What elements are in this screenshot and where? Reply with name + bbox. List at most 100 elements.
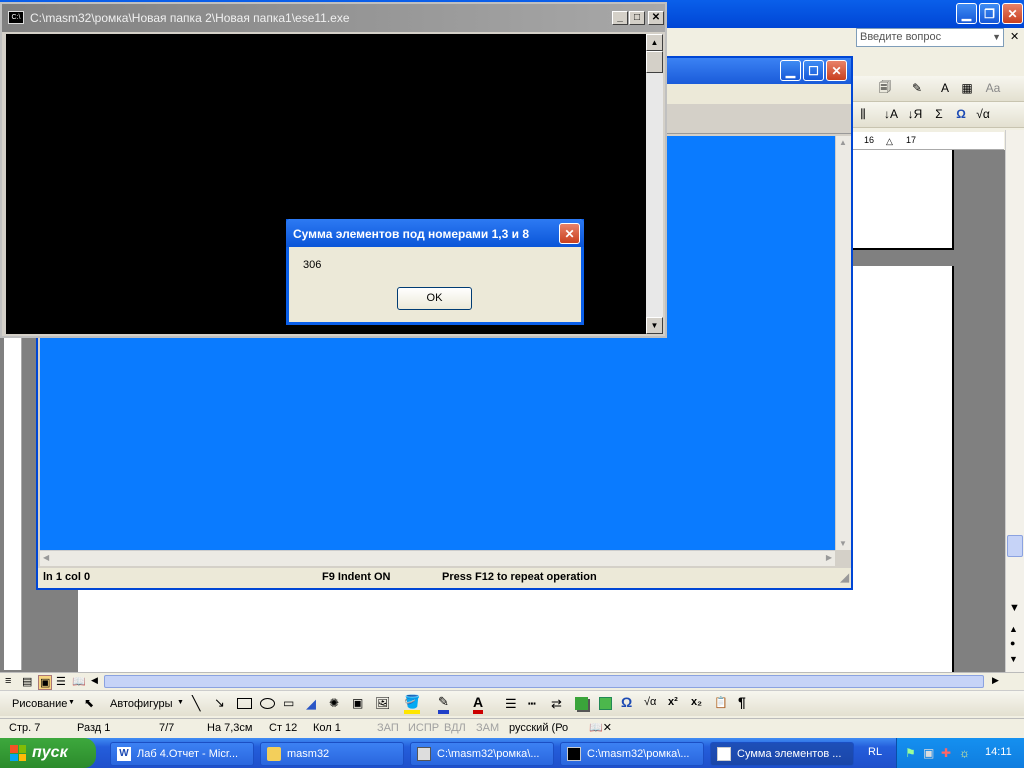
chevron-down-icon[interactable]: ▼	[177, 699, 184, 706]
task-editor[interactable]: C:\masm32\ромка\...	[410, 742, 554, 766]
tray-security-icon[interactable]: ✚	[941, 746, 951, 760]
sort-asc-icon[interactable]: ↓A	[882, 106, 900, 122]
scroll-thumb[interactable]	[1007, 535, 1023, 557]
console-close-button[interactable]: ✕	[648, 11, 664, 25]
word-vertical-scrollbar[interactable]: ▼ ▲ ● ▼	[1005, 130, 1024, 672]
outline-view-icon[interactable]: ☰	[56, 675, 66, 688]
scroll-down-icon[interactable]: ▼	[839, 539, 847, 548]
scroll-right-icon[interactable]: ▶	[992, 675, 999, 686]
rectangle-tool-icon[interactable]	[237, 698, 252, 709]
arrow-tool-icon[interactable]: ↘	[214, 695, 225, 711]
editor-horizontal-scrollbar[interactable]: ◀ ▶	[40, 550, 835, 566]
web-view-icon[interactable]: ▤	[22, 675, 32, 688]
omega-icon[interactable]: Ω	[621, 694, 632, 710]
browse-object-icon[interactable]: ●	[1010, 638, 1015, 648]
task-folder[interactable]: masm32	[260, 742, 404, 766]
console-maximize-button[interactable]: □	[629, 11, 645, 25]
select-pointer-icon[interactable]: ⬉	[84, 696, 94, 710]
clock[interactable]: 14:11	[985, 746, 1012, 758]
clipboard-icon[interactable]: 📋	[714, 696, 728, 709]
shadow-icon[interactable]	[575, 697, 588, 710]
document-map-icon[interactable]: A	[936, 80, 954, 96]
console-scroll-thumb[interactable]	[646, 51, 663, 73]
resize-grip-icon[interactable]: ◢	[841, 571, 849, 584]
sum-icon[interactable]: Σ	[930, 106, 948, 122]
equation-icon[interactable]: √α	[974, 106, 992, 122]
status-ext[interactable]: ВДЛ	[441, 719, 469, 737]
picture-icon[interactable]: 🖼	[375, 696, 390, 710]
next-page-icon[interactable]: ▼	[1009, 654, 1018, 664]
research-icon[interactable]: 🗐	[876, 80, 894, 96]
drawing-menu[interactable]: Рисование	[12, 698, 67, 710]
horizontal-ruler[interactable]: 16 △ 17	[852, 132, 1004, 150]
start-button[interactable]: пуск	[0, 738, 96, 768]
columns-icon[interactable]: ⫼	[854, 106, 872, 122]
console-title-bar[interactable]: C:\ C:\masm32\ромка\Новая папка 2\Новая …	[2, 4, 665, 32]
editor-minimize-button[interactable]: ▁	[780, 60, 801, 81]
close-document-icon[interactable]: ✕	[1010, 30, 1019, 43]
editor-vertical-scrollbar[interactable]: ▲ ▼	[835, 136, 851, 550]
arrow-style-icon[interactable]: ⇄	[551, 696, 562, 712]
word-minimize-button[interactable]: ▁	[956, 3, 977, 24]
subscript-icon[interactable]: x₂	[691, 696, 702, 708]
line-style-icon[interactable]: ☰	[505, 696, 517, 712]
help-search-input[interactable]: Введите вопрос ▼	[856, 28, 1004, 47]
line-color-icon[interactable]: ✎	[438, 694, 449, 714]
chevron-down-icon[interactable]: ▼	[68, 699, 75, 706]
console-minimize-button[interactable]: _	[612, 11, 628, 25]
wordart-icon[interactable]: ◢	[306, 696, 316, 712]
print-view-icon[interactable]: ▣	[38, 675, 53, 690]
font-color-icon[interactable]: A	[473, 694, 484, 714]
task-console[interactable]: C:\masm32\ромка\...	[560, 742, 704, 766]
prev-page-icon[interactable]: ▲	[1009, 624, 1018, 634]
dash-style-icon[interactable]: ┅	[528, 696, 536, 712]
console-scrollbar[interactable]: ▲ ▼	[646, 34, 663, 334]
word-close-button[interactable]: ✕	[1002, 3, 1023, 24]
superscript-icon[interactable]: x²	[668, 696, 678, 708]
omega-icon[interactable]: Ω	[952, 106, 970, 122]
status-ovr[interactable]: ЗАМ	[473, 719, 502, 737]
reading-icon[interactable]: ▦	[958, 80, 976, 96]
line-tool-icon[interactable]: ╲	[192, 695, 200, 712]
scroll-right-icon[interactable]: ▶	[826, 553, 832, 562]
scroll-left-icon[interactable]: ◀	[43, 553, 49, 562]
equation-icon[interactable]: √α	[644, 696, 656, 708]
oval-tool-icon[interactable]	[260, 698, 275, 709]
reading-view-icon[interactable]: 📖	[72, 675, 86, 688]
drawing-toggle-icon[interactable]: ✎	[908, 80, 926, 96]
word-restore-button[interactable]: ❐	[979, 3, 1000, 24]
scroll-up-icon[interactable]: ▲	[839, 138, 847, 147]
language-indicator[interactable]: RL	[868, 746, 882, 758]
pilcrow-icon[interactable]: ¶	[738, 694, 746, 710]
indent-marker-icon[interactable]: △	[886, 136, 893, 147]
dialog-title-bar[interactable]: Сумма элементов под номерами 1,3 и 8	[286, 219, 584, 247]
clipart-icon[interactable]: ▣	[352, 696, 363, 710]
textbox-tool-icon[interactable]: ▭	[283, 696, 294, 710]
status-rec[interactable]: ЗАП	[374, 719, 402, 737]
scroll-down-icon[interactable]: ▼	[1009, 602, 1020, 614]
word-horizontal-scrollbar[interactable]	[104, 675, 984, 688]
normal-view-icon[interactable]: ≡	[5, 675, 11, 687]
fill-color-icon[interactable]: 🪣	[404, 694, 421, 714]
chevron-down-icon[interactable]: ▼	[992, 29, 1001, 46]
scroll-left-icon[interactable]: ◀	[91, 675, 98, 686]
task-dialog[interactable]: Сумма элементов ...	[710, 742, 854, 766]
tray-display-icon[interactable]: ▣	[923, 746, 934, 760]
ok-button[interactable]: OK	[397, 287, 472, 310]
editor-close-button[interactable]: ✕	[826, 60, 847, 81]
editor-maximize-button[interactable]: ☐	[803, 60, 824, 81]
tray-network-icon[interactable]: ⚑	[905, 746, 916, 760]
3d-icon[interactable]	[599, 697, 612, 710]
font-size-icon[interactable]: Aa	[984, 80, 1002, 96]
autoshapes-menu[interactable]: Автофигуры	[110, 698, 173, 710]
status-trk[interactable]: ИСПР	[405, 719, 442, 737]
scroll-down-icon[interactable]: ▼	[646, 317, 663, 334]
tray-antivirus-icon[interactable]: ☼	[959, 746, 970, 760]
diagram-icon[interactable]: ✺	[329, 696, 339, 710]
dialog-close-button[interactable]: ✕	[559, 223, 580, 244]
scroll-up-icon[interactable]: ▲	[646, 34, 663, 51]
spelling-status-icon[interactable]: 📖✕	[586, 719, 615, 737]
vertical-ruler[interactable]	[4, 330, 22, 670]
task-word[interactable]: W Лаб 4.Отчет - Micr...	[110, 742, 254, 766]
sort-desc-icon[interactable]: ↓Я	[906, 106, 924, 122]
